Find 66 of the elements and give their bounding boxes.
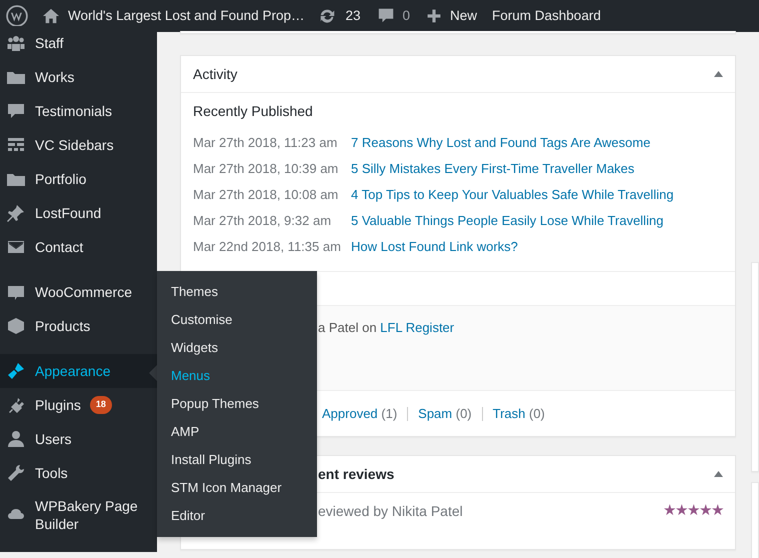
plus-icon [426,8,442,24]
collapse-toggle[interactable] [714,71,723,77]
widget-title: ent reviews [318,464,394,484]
new-link[interactable]: New [426,6,478,26]
submenu-item[interactable]: Editor [157,502,317,530]
sidebar-item[interactable]: Testimonials [0,94,157,128]
box-icon [6,316,26,336]
chat-icon [6,101,26,121]
star-icon: ★ [711,500,723,522]
sidebar-item[interactable]: WooCommerce [0,275,157,309]
pin-icon [6,203,26,223]
post-link[interactable]: How Lost Found Link works? [351,237,518,263]
post-link[interactable]: 5 Silly Mistakes Every First-Time Traveller Makes [351,159,634,185]
star-icon: ★ [663,500,675,522]
post-date: Mar 27th 2018, 10:08 am [193,186,340,204]
post-date: Mar 27th 2018, 10:39 am [193,160,340,178]
star-icon: ★ [687,500,699,522]
post-link[interactable]: 4 Top Tips to Keep Your Valuables Safe While Travelling [351,185,674,211]
comment-meta: a Patel on [318,320,377,335]
sidebar-item[interactable]: Plugins 18 [0,388,157,422]
comment-filter-link[interactable]: Spam (0) [418,404,472,424]
review-text: eviewed by Nikita Patel [318,502,463,521]
star-icon: ★ [699,500,711,522]
submenu-item[interactable]: Install Plugins [157,446,317,474]
post-link[interactable]: 5 Valuable Things People Easily Lose While Travelling [351,211,664,237]
sidebar-item[interactable]: VC Sidebars [0,128,157,162]
site-title-link[interactable]: World's Largest Lost and Found Prop… [42,6,304,26]
sidebar-item[interactable]: Portfolio [0,162,157,196]
submenu-item[interactable]: Widgets [157,334,317,362]
sidebar-item[interactable]: Appearance [0,354,157,388]
submenu-item[interactable]: Customise [157,306,317,334]
section-heading: Recently Published [193,102,314,121]
post-date: Mar 27th 2018, 11:23 am [193,134,338,152]
sidebar-item[interactable]: Tools [0,456,157,490]
sidebar-item[interactable]: Products [0,309,157,343]
submenu-item[interactable]: Themes [157,278,317,306]
sidebar-item[interactable]: LostFound [0,196,157,230]
brush-icon [6,361,26,381]
comment-icon [376,7,394,25]
widget-title: Activity [193,64,238,84]
sidebar-item[interactable]: WPBakery Page Builder [0,490,157,540]
submenu-item[interactable]: AMP [157,418,317,446]
submenu-item[interactable]: Menus [157,362,317,390]
sidebar-item[interactable]: Users [0,422,157,456]
group-icon [6,33,26,53]
submenu-item[interactable]: Popup Themes [157,390,317,418]
post-date: Mar 22nd 2018, 11:35 am [193,238,342,256]
star-icon: ★ [675,500,687,522]
sidebar-item[interactable]: Staff [0,26,157,60]
sidebar-item[interactable]: Works [0,60,157,94]
post-link[interactable]: 7 Reasons Why Lost and Found Tags Are Awesome [351,133,650,159]
comment-filter-link[interactable]: Trash (0) [492,404,545,424]
update-count-badge: 18 [90,396,112,414]
post-link[interactable]: LFL Register [380,320,454,335]
wrench-icon [6,463,26,483]
post-date: Mar 27th 2018, 9:32 am [193,212,332,230]
updates-link[interactable]: 23 [317,6,360,26]
sidebar-item[interactable]: Contact [0,230,157,264]
submenu-item[interactable]: STM Icon Manager [157,474,317,502]
forum-dashboard-link[interactable]: Forum Dashboard [492,6,601,26]
user-icon [6,429,26,449]
wordpress-logo-icon[interactable] [6,5,28,27]
collapse-toggle[interactable] [714,471,723,477]
home-icon [42,8,60,24]
comments-link[interactable]: 0 [376,6,410,26]
comment-filter-link[interactable]: Approved (1) [322,404,398,424]
